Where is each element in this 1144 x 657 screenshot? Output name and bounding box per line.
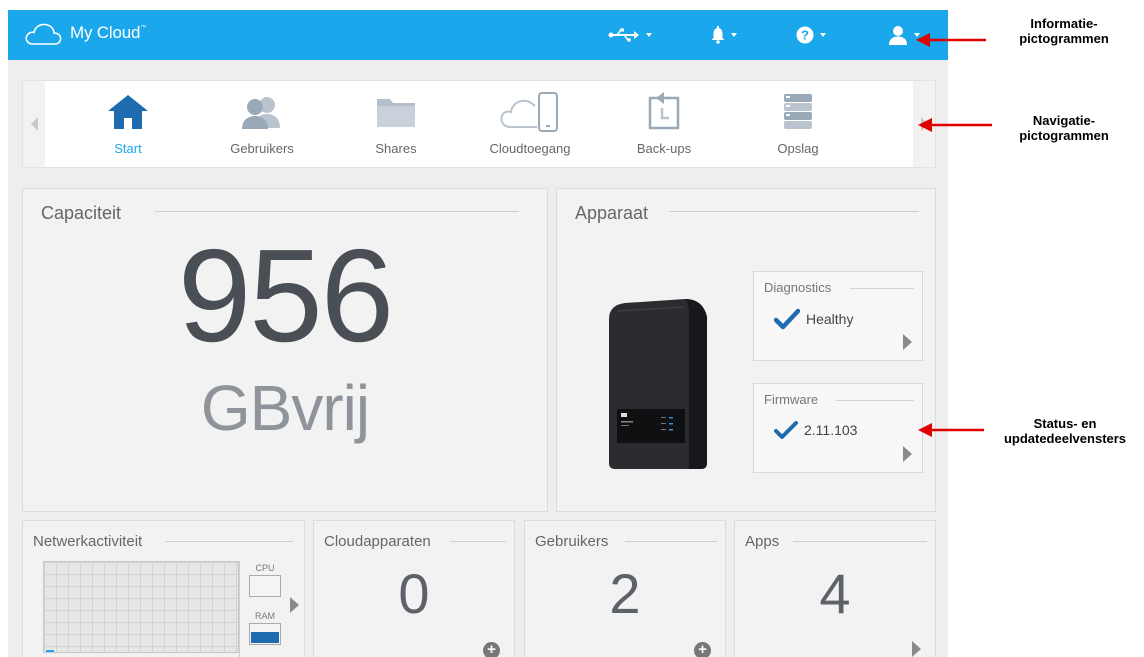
arrow-info — [916, 33, 986, 47]
callout-status-panels: Status- en updatedeelvensters — [1003, 416, 1127, 446]
arrow-nav — [918, 118, 992, 132]
arrow-status — [918, 423, 984, 437]
callout-arrows — [916, 33, 992, 437]
callout-nav-icons: Navigatie- pictogrammen — [1019, 113, 1109, 143]
callout-info-icons: Informatie- pictogrammen — [1019, 16, 1109, 46]
